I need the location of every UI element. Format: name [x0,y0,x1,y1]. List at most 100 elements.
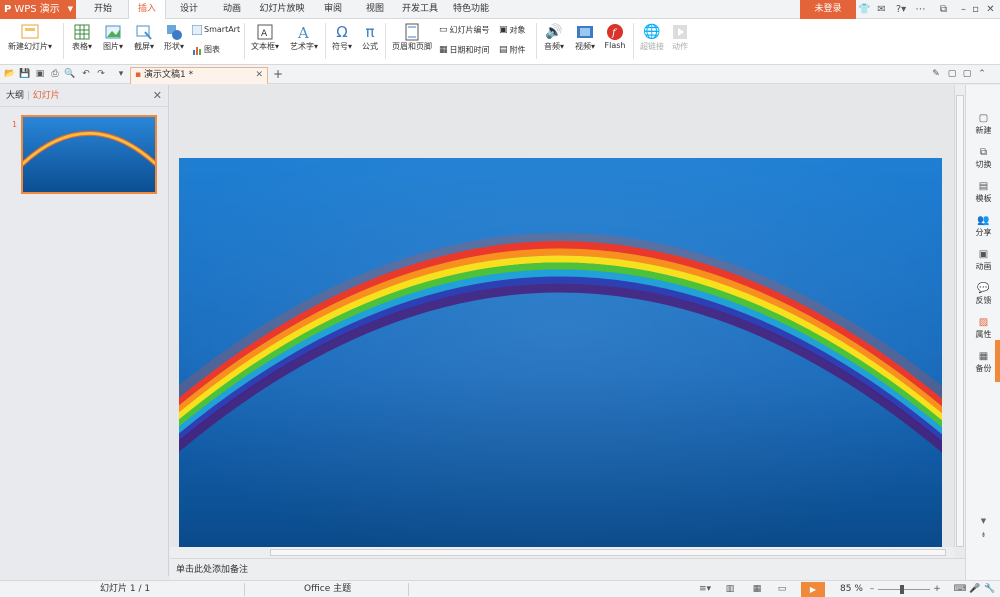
formula-label: 公式 [362,42,378,51]
task-share[interactable]: 👥 分享 [966,215,1000,238]
redo-icon[interactable]: ↷ [95,68,107,80]
tab-features[interactable]: 特色功能 [448,0,494,19]
settings-wrench-icon[interactable]: 🔧 [983,583,997,595]
wordart-button[interactable]: A 艺术字▾ [286,23,322,52]
rainbow-slide-image [179,158,942,548]
brush-icon[interactable]: ✎ [930,68,942,80]
video-icon [577,26,593,38]
sorter-view-icon[interactable]: ▦ [750,583,764,595]
close-panel-icon[interactable]: ✕ [153,85,162,107]
tab-outline[interactable]: 大纲 [6,91,24,101]
maximize-icon[interactable]: ▫ [969,3,982,16]
task-backup-label: 备份 [975,364,992,373]
tab-slides[interactable]: 幻灯片 [33,91,60,101]
picture-button[interactable]: 图片▾ [99,23,127,52]
restore-window-icon[interactable]: ⧉ [937,3,950,16]
zoom-slider[interactable] [878,589,930,590]
new-slide-button[interactable]: 新建幻灯片▾ [5,23,55,52]
export-pdf-icon[interactable]: ▣ [34,68,46,80]
close-tab-icon[interactable]: ✕ [255,68,263,83]
formula-button[interactable]: π 公式 [359,23,381,52]
new-tab-icon[interactable]: + [272,68,284,80]
help-icon[interactable]: ?▾ [893,3,909,16]
datetime-button[interactable]: ▦ 日期和时间 [439,43,490,57]
document-tab[interactable]: ▪ 演示文稿1 * ✕ [130,67,268,84]
notes-toggle-icon[interactable]: ≡▾ [696,583,714,595]
doc-icon[interactable]: ▢ [946,68,958,80]
table-icon [74,24,90,40]
header-footer-button[interactable]: 页眉和页脚 [389,23,435,52]
login-button[interactable]: 未登录 [800,0,856,19]
task-properties[interactable]: ▨ 属性 [966,317,1000,340]
textbox-button[interactable]: A 文本框▾ [248,23,282,52]
object-button[interactable]: ▣ 对象 [499,23,526,37]
hyperlink-button[interactable]: 🌐 超链接 [637,23,667,52]
textbox-icon: A [257,24,273,40]
symbol-button[interactable]: Ω 符号▾ [329,23,355,52]
page-down-icon[interactable]: ⇟ [966,531,1000,539]
video-button[interactable]: 视频▾ [571,23,599,52]
customize-dropdown-icon[interactable]: ▾ [115,68,127,80]
screenshot-button[interactable]: 截屏▾ [130,23,158,52]
scroll-down-icon[interactable]: ▼ [966,517,1000,525]
task-animation[interactable]: ▣ 动画 [966,249,1000,272]
skin-icon[interactable]: 👕 [858,3,871,16]
table-button[interactable]: 表格▾ [68,23,96,52]
feedback-icon[interactable]: ✉ [875,3,888,16]
horizontal-scroll-thumb[interactable] [270,549,946,556]
action-button[interactable]: 动作 [669,23,691,52]
notes-pane[interactable]: 单击此处添加备注 [170,558,965,580]
tab-insert[interactable]: 插入 [128,0,166,20]
keyboard-icon[interactable]: ⌨ [953,583,967,595]
task-new[interactable]: ▢ 新建 [966,113,1000,136]
tab-design[interactable]: 设计 [172,0,206,19]
task-transition[interactable]: ⧉ 切换 [966,147,1000,170]
slide-1[interactable] [179,158,942,548]
wordart-label: 艺术字 [289,42,314,51]
zoom-slider-knob[interactable] [900,585,904,594]
vertical-scrollbar[interactable] [954,85,965,547]
document-tab-label: 演示文稿1 * [143,70,194,80]
tab-developer[interactable]: 开发工具 [398,0,442,19]
slide-number-button[interactable]: ▭ 幻灯片编号 [439,23,490,37]
reading-view-icon[interactable]: ▭ [775,583,789,595]
object-label: 对象 [509,25,526,35]
more-icon[interactable]: ⋯ [914,3,927,16]
collapse-ribbon-icon[interactable]: ⌃ [976,68,988,80]
tab-home[interactable]: 开始 [86,0,120,19]
doc2-icon[interactable]: ▢ [961,68,973,80]
smartart-button[interactable]: SmartArt [192,23,240,37]
attachment-button[interactable]: ▤ 附件 [499,43,526,57]
play-slideshow-button[interactable]: ▶ [801,582,825,597]
task-template[interactable]: ▤ 模板 [966,181,1000,204]
tab-view[interactable]: 视图 [358,0,392,19]
vertical-scroll-thumb[interactable] [956,95,964,547]
ime-icon[interactable]: 🎤 [968,583,982,595]
chart-button[interactable]: 图表 [192,43,220,57]
shape-button[interactable]: 形状▾ [160,23,188,52]
app-name: WPS 演示 [14,4,60,15]
tab-review[interactable]: 审阅 [316,0,350,19]
video-label: 视频 [574,42,591,51]
undo-icon[interactable]: ↶ [80,68,92,80]
close-icon[interactable]: ✕ [984,3,997,16]
horizontal-scrollbar[interactable] [170,547,954,558]
tab-animation[interactable]: 动画 [215,0,249,19]
normal-view-icon[interactable]: ▥ [723,583,737,595]
slide-thumbnail[interactable] [21,115,157,194]
audio-button[interactable]: 🔊 音频▾ [540,23,568,52]
smartart-icon [192,24,202,35]
open-icon[interactable]: 📂 [4,68,16,80]
divider [385,23,386,59]
header-footer-icon [405,23,419,41]
zoom-out-icon[interactable]: – [865,583,879,595]
tab-slideshow[interactable]: 幻灯片放映 [256,0,308,19]
print-icon[interactable]: ⎙ [49,68,61,80]
print-preview-icon[interactable]: 🔍 [64,68,76,80]
app-menu-button[interactable]: P WPS 演示 ▼ [0,0,76,19]
flash-button[interactable]: f Flash [602,23,628,50]
notes-placeholder: 单击此处添加备注 [176,565,249,575]
zoom-in-icon[interactable]: + [930,583,944,595]
save-icon[interactable]: 💾 [19,68,31,80]
task-feedback[interactable]: 💬 反馈 [966,283,1000,306]
